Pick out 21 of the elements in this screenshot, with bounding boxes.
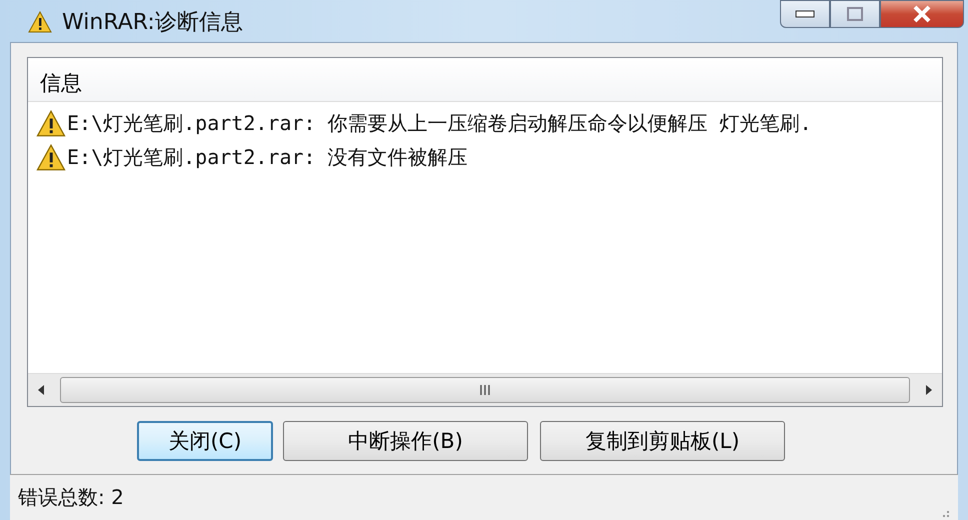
maximize-button[interactable] bbox=[830, 0, 880, 28]
close-icon bbox=[912, 5, 932, 23]
minimize-icon bbox=[795, 10, 815, 18]
scrollbar-thumb[interactable] bbox=[60, 377, 910, 403]
message-text: E:\灯光笔刷.part2.rar: 没有文件被解压 bbox=[67, 144, 468, 170]
warning-icon bbox=[28, 11, 52, 33]
scroll-right-icon[interactable] bbox=[924, 384, 934, 396]
close-button[interactable] bbox=[880, 0, 964, 28]
scroll-left-icon[interactable] bbox=[36, 384, 46, 396]
maximize-icon bbox=[846, 6, 864, 22]
window-title: WinRAR:诊断信息 bbox=[62, 9, 243, 37]
message-text: E:\灯光笔刷.part2.rar: 你需要从上一压缩卷启动解压命令以便解压 灯光笔刷. bbox=[67, 110, 812, 136]
dialog-button[interactable]: 复制到剪贴板(L) bbox=[540, 421, 785, 461]
minimize-button[interactable] bbox=[780, 0, 830, 28]
error-count-text: 错误总数: 2 bbox=[18, 484, 124, 511]
dialog-button[interactable]: 中断操作(B) bbox=[283, 421, 528, 461]
warning-icon bbox=[36, 110, 66, 136]
grip-icon bbox=[479, 385, 491, 395]
horizontal-scrollbar[interactable] bbox=[28, 373, 942, 406]
warning-icon bbox=[36, 144, 66, 170]
dialog-button[interactable]: 关闭(C) bbox=[137, 421, 273, 461]
